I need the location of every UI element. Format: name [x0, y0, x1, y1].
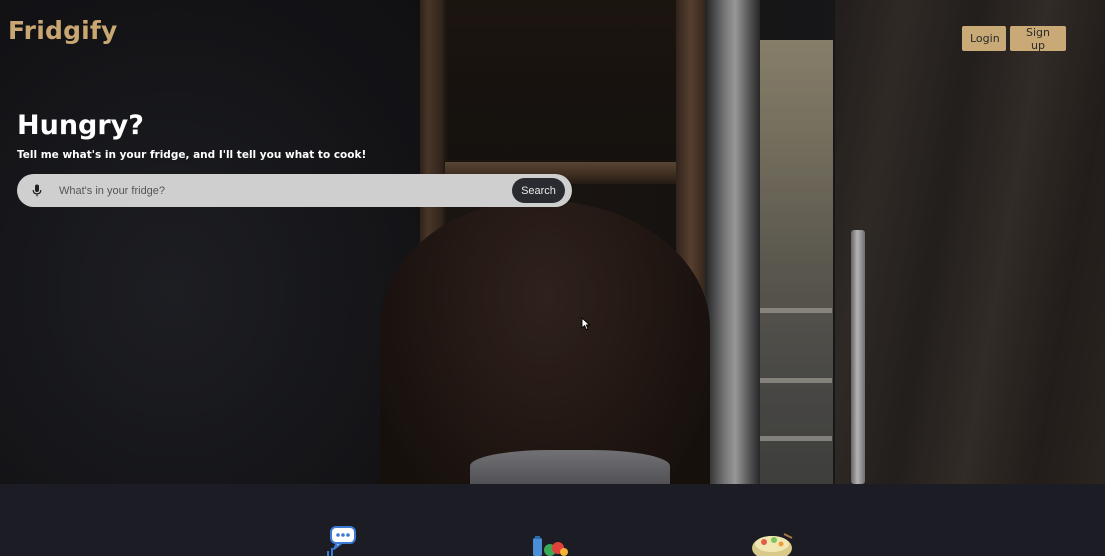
food-bowl-icon [752, 533, 793, 556]
groceries-icon [533, 536, 568, 556]
search-input[interactable] [55, 175, 512, 206]
features-section [0, 484, 1105, 556]
hero-overlay [0, 0, 1105, 484]
auth-buttons: Login Sign up [962, 26, 1066, 52]
mouse-cursor-icon [581, 317, 591, 331]
login-button[interactable]: Login [962, 26, 1006, 51]
chat-bubble-icon [327, 526, 356, 556]
hero-headline: Hungry? [17, 110, 144, 141]
microphone-icon[interactable] [19, 174, 55, 207]
signup-button[interactable]: Sign up [1010, 26, 1066, 52]
hero-background [0, 0, 1105, 484]
search-button[interactable]: Search [512, 178, 565, 203]
search-bar: Search [17, 174, 572, 207]
brand-logo[interactable]: Fridgify [8, 16, 118, 45]
hero-tagline: Tell me what's in your fridge, and I'll … [17, 149, 367, 161]
